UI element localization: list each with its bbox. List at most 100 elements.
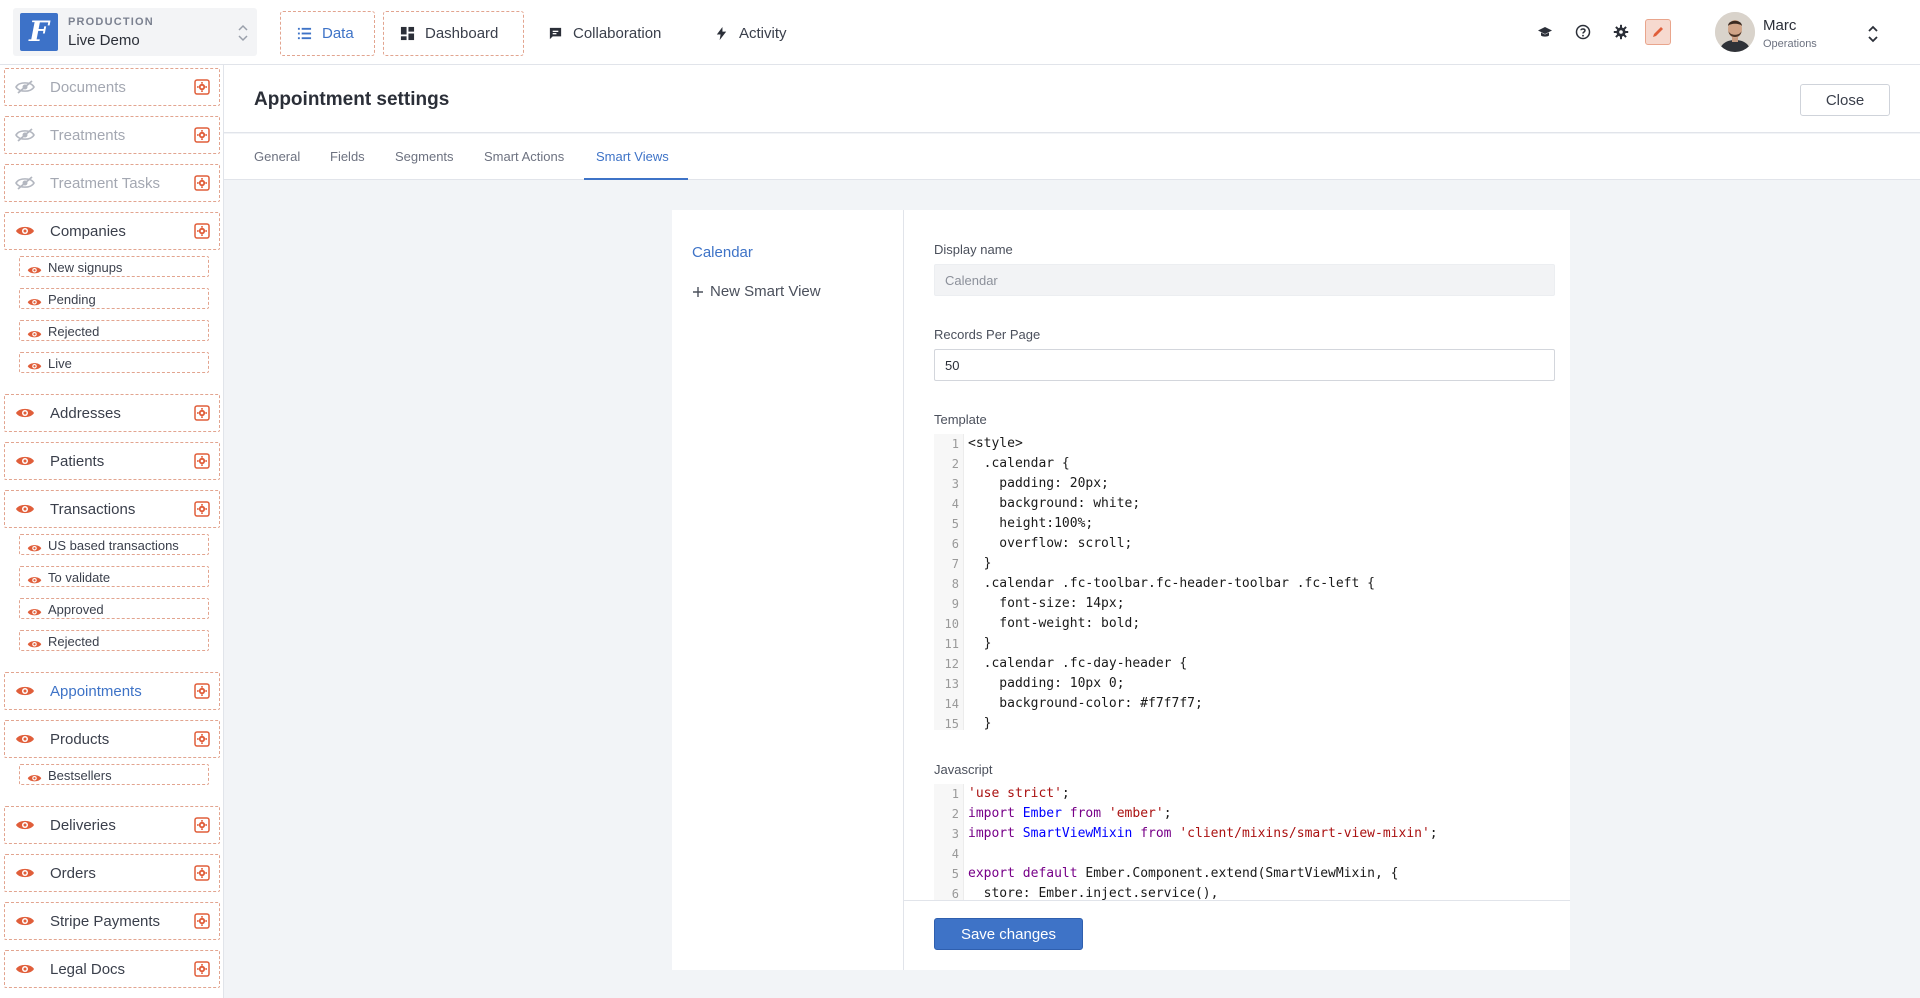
collection-settings-button[interactable] — [194, 175, 210, 191]
collection-name: Orders — [50, 865, 96, 882]
segment-name: Rejected — [48, 324, 100, 339]
bolt-icon — [716, 26, 727, 41]
records-per-page-label: Records Per Page — [934, 327, 1041, 342]
save-changes-button[interactable]: Save changes — [934, 918, 1083, 950]
forest-logo: F — [20, 13, 58, 51]
nav-tab-activity[interactable]: Activity — [698, 11, 803, 56]
collection-name: Appointments — [50, 683, 142, 700]
segment-to-validate[interactable]: To validate — [19, 566, 209, 587]
collection-settings-button[interactable] — [194, 79, 210, 95]
segment-pending[interactable]: Pending — [19, 288, 209, 309]
collection-settings-button[interactable] — [194, 865, 210, 881]
code-text: background-color: #f7f7f7; — [968, 696, 1203, 711]
segment-name: To validate — [48, 570, 111, 585]
eye-icon — [16, 820, 34, 830]
line-number: 12 — [944, 657, 959, 671]
javascript-code-editor[interactable]: 1 'use strict'; 2 import Ember from 'ember'… — [934, 784, 1555, 900]
sidebar-item-companies[interactable]: Companies — [4, 212, 220, 250]
tab-fields[interactable]: Fields — [318, 134, 377, 180]
segment-name: Live — [48, 356, 72, 371]
collection-settings-button[interactable] — [194, 453, 210, 469]
segment-bestsellers[interactable]: Bestsellers — [19, 764, 209, 785]
records-per-page-input[interactable] — [934, 349, 1555, 381]
code-text: font-weight: bold; — [968, 616, 1141, 631]
segment-rejected[interactable]: Rejected — [19, 320, 209, 341]
collection-settings-button[interactable] — [194, 913, 210, 929]
sidebar-item-addresses[interactable]: Addresses — [4, 394, 220, 432]
sidebar-item-products[interactable]: Products — [4, 720, 220, 758]
tab-segments[interactable]: Segments — [383, 134, 466, 180]
template-code-editor[interactable]: 1 <style> 2 .calendar {3 padding: 20px; 4 b… — [934, 434, 1555, 730]
sidebar-item-documents[interactable]: Documents — [4, 68, 220, 106]
sidebar-item-stripe-payments[interactable]: Stripe Payments — [4, 902, 220, 940]
segment-us-based-transactions[interactable]: US based transactions — [19, 534, 209, 555]
line-number: 13 — [944, 677, 959, 691]
eye-icon — [16, 408, 34, 418]
graduation-cap-icon — [1538, 27, 1552, 37]
code-text: } — [968, 556, 992, 571]
code-text: font-size: 14px; — [968, 596, 1125, 611]
segment-new-signups[interactable]: New signups — [19, 256, 209, 277]
project-environment: PRODUCTION — [68, 16, 154, 28]
display-name-input[interactable] — [934, 264, 1555, 296]
segment-live[interactable]: Live — [19, 352, 209, 373]
collection-settings-icon — [194, 913, 210, 929]
segment-rejected[interactable]: Rejected — [19, 630, 209, 651]
collection-settings-button[interactable] — [194, 961, 210, 977]
line-number: 8 — [951, 577, 959, 591]
sidebar-item-legal-docs[interactable]: Legal Docs — [4, 950, 220, 988]
template-label: Template — [934, 412, 987, 427]
line-number: 4 — [951, 497, 959, 511]
chevron-up-down-icon — [238, 24, 248, 42]
eye-icon — [16, 456, 34, 466]
tab-smart-views[interactable]: Smart Views — [584, 134, 688, 180]
settings-button[interactable] — [1611, 22, 1631, 42]
collection-settings-button[interactable] — [194, 223, 210, 239]
sidebar-item-orders[interactable]: Orders — [4, 854, 220, 892]
collection-settings-button[interactable] — [194, 501, 210, 517]
nav-tab-data[interactable]: Data — [280, 11, 375, 56]
collection-settings-button[interactable] — [194, 731, 210, 747]
javascript-label: Javascript — [934, 762, 993, 777]
tab-smart-actions[interactable]: Smart Actions — [472, 134, 576, 180]
collection-settings-button[interactable] — [194, 683, 210, 699]
collection-settings-button[interactable] — [194, 817, 210, 833]
smart-view-list: Calendar New Smart View — [672, 210, 904, 970]
collection-settings-button[interactable] — [194, 127, 210, 143]
line-number: 6 — [951, 887, 959, 900]
tab-general[interactable]: General — [242, 134, 312, 180]
line-number: 5 — [951, 867, 959, 881]
sidebar-item-deliveries[interactable]: Deliveries — [4, 806, 220, 844]
close-button[interactable]: Close — [1800, 84, 1890, 116]
line-number: 5 — [951, 517, 959, 531]
user-menu[interactable]: Marc Operations — [1715, 11, 1915, 55]
new-smart-view-button[interactable]: New Smart View — [692, 283, 821, 300]
help-button[interactable] — [1573, 22, 1593, 42]
collection-settings-icon — [194, 865, 210, 881]
settings-header: Appointment settings Close — [224, 65, 1920, 133]
sidebar-item-treatment-tasks[interactable]: Treatment Tasks — [4, 164, 220, 202]
eye-icon — [16, 964, 34, 974]
eye-icon — [27, 544, 42, 551]
sidebar-item-patients[interactable]: Patients — [4, 442, 220, 480]
nav-tab-label: Collaboration — [573, 25, 662, 42]
segment-approved[interactable]: Approved — [19, 598, 209, 619]
nav-tab-dashboard[interactable]: Dashboard — [383, 11, 524, 56]
nav-tab-label: Activity — [739, 25, 787, 42]
layout-editor-button[interactable] — [1645, 19, 1671, 45]
academy-button[interactable] — [1535, 22, 1555, 42]
code-text: import SmartViewMixin from 'client/mixin… — [968, 826, 1438, 841]
collection-settings-button[interactable] — [194, 405, 210, 421]
nav-tab-collaboration[interactable]: Collaboration — [532, 11, 677, 56]
collection-settings-icon — [194, 223, 210, 239]
project-switcher[interactable]: F PRODUCTION Live Demo — [13, 8, 257, 56]
sidebar-item-appointments[interactable]: Appointments — [4, 672, 220, 710]
segment-name: Pending — [48, 292, 96, 307]
sidebar-item-treatments[interactable]: Treatments — [4, 116, 220, 154]
sidebar-item-transactions[interactable]: Transactions — [4, 490, 220, 528]
smart-view-item-calendar[interactable]: Calendar — [692, 244, 753, 261]
line-number: 14 — [944, 697, 959, 711]
eye-icon — [16, 916, 34, 926]
line-number: 1 — [951, 437, 959, 451]
line-number: 4 — [951, 847, 959, 861]
